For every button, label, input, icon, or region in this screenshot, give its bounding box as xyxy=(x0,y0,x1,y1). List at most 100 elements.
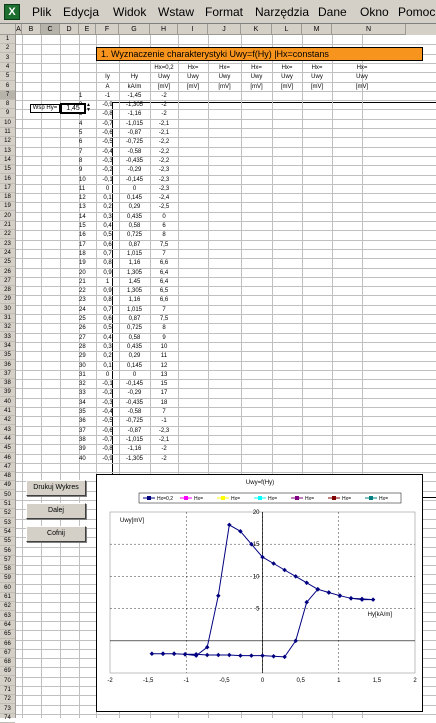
row-header-14[interactable]: 14 xyxy=(0,156,15,165)
row-header-36[interactable]: 36 xyxy=(0,361,15,370)
row-header-2[interactable]: 2 xyxy=(0,44,15,54)
row-header-25[interactable]: 25 xyxy=(0,258,15,268)
row-header-49[interactable]: 49 xyxy=(0,481,15,491)
menu-0[interactable]: Plik xyxy=(32,5,51,19)
row-header-9[interactable]: 9 xyxy=(0,109,15,119)
row-header-18[interactable]: 18 xyxy=(0,193,15,203)
row-header-10[interactable]: 10 xyxy=(0,119,15,128)
row-header-50[interactable]: 50 xyxy=(0,491,15,500)
row-header-8[interactable]: 8 xyxy=(0,100,15,110)
row-header-26[interactable]: 26 xyxy=(0,268,15,277)
row-header-57[interactable]: 57 xyxy=(0,556,15,565)
row-header-66[interactable]: 66 xyxy=(0,640,15,649)
column-header-G[interactable]: G xyxy=(119,24,150,35)
row-header-6[interactable]: 6 xyxy=(0,82,15,91)
row-header-65[interactable]: 65 xyxy=(0,630,15,640)
row-header-61[interactable]: 61 xyxy=(0,593,15,602)
row-header-16[interactable]: 16 xyxy=(0,175,15,184)
row-header-28[interactable]: 28 xyxy=(0,286,15,296)
row-header-47[interactable]: 47 xyxy=(0,463,15,472)
row-header-27[interactable]: 27 xyxy=(0,277,15,286)
row-header-45[interactable]: 45 xyxy=(0,444,15,454)
back-button[interactable]: Cofnij xyxy=(26,526,86,542)
menu-2[interactable]: Widok xyxy=(113,5,146,19)
row-header-69[interactable]: 69 xyxy=(0,667,15,677)
row-header-37[interactable]: 37 xyxy=(0,370,15,379)
row-header-68[interactable]: 68 xyxy=(0,658,15,668)
row-header-13[interactable]: 13 xyxy=(0,147,15,156)
menu-5[interactable]: Narzędzia xyxy=(255,5,309,19)
row-header-64[interactable]: 64 xyxy=(0,621,15,630)
row-header-24[interactable]: 24 xyxy=(0,249,15,258)
column-header-M[interactable]: M xyxy=(302,24,332,35)
row-header-42[interactable]: 42 xyxy=(0,416,15,426)
row-header-39[interactable]: 39 xyxy=(0,388,15,398)
row-header-15[interactable]: 15 xyxy=(0,165,15,175)
row-header-54[interactable]: 54 xyxy=(0,528,15,537)
row-header-41[interactable]: 41 xyxy=(0,407,15,416)
column-header-K[interactable]: K xyxy=(241,24,272,35)
row-header-20[interactable]: 20 xyxy=(0,212,15,221)
menu-7[interactable]: Okno xyxy=(360,5,389,19)
column-header-E[interactable]: E xyxy=(79,24,96,35)
column-header-H[interactable]: H xyxy=(150,24,178,35)
row-header-48[interactable]: 48 xyxy=(0,472,15,482)
row-header-58[interactable]: 58 xyxy=(0,565,15,575)
row-header-40[interactable]: 40 xyxy=(0,398,15,407)
row-header-31[interactable]: 31 xyxy=(0,314,15,323)
column-header-L[interactable]: L xyxy=(272,24,302,35)
row-header-33[interactable]: 33 xyxy=(0,333,15,342)
column-header-J[interactable]: J xyxy=(208,24,241,35)
row-header-44[interactable]: 44 xyxy=(0,435,15,444)
row-header-70[interactable]: 70 xyxy=(0,677,15,686)
row-header-59[interactable]: 59 xyxy=(0,574,15,584)
row-header-53[interactable]: 53 xyxy=(0,519,15,528)
row-header-63[interactable]: 63 xyxy=(0,612,15,621)
menu-8[interactable]: Pomoc xyxy=(398,5,435,19)
row-header-62[interactable]: 62 xyxy=(0,602,15,612)
row-header-17[interactable]: 17 xyxy=(0,184,15,193)
row-header-67[interactable]: 67 xyxy=(0,649,15,658)
column-header-B[interactable]: B xyxy=(22,24,41,35)
row-header-38[interactable]: 38 xyxy=(0,379,15,389)
menu-6[interactable]: Dane xyxy=(318,5,347,19)
menu-4[interactable]: Format xyxy=(205,5,243,19)
menu-3[interactable]: Wstaw xyxy=(158,5,194,19)
row-header-30[interactable]: 30 xyxy=(0,305,15,314)
spinner-icon[interactable]: ▲ ▼ xyxy=(86,103,92,114)
column-header-I[interactable]: I xyxy=(178,24,208,35)
menu-1[interactable]: Edycja xyxy=(63,5,99,19)
row-header-46[interactable]: 46 xyxy=(0,454,15,463)
row-header-4[interactable]: 4 xyxy=(0,63,15,72)
row-header-11[interactable]: 11 xyxy=(0,128,15,137)
row-header-72[interactable]: 72 xyxy=(0,695,15,705)
row-header-52[interactable]: 52 xyxy=(0,509,15,519)
column-header-F[interactable]: F xyxy=(96,24,119,35)
row-header-5[interactable]: 5 xyxy=(0,72,15,82)
row-header-19[interactable]: 19 xyxy=(0,202,15,212)
row-header-7[interactable]: 7 xyxy=(0,90,15,100)
row-header-12[interactable]: 12 xyxy=(0,137,15,147)
print-chart-button[interactable]: Drukuj Wykres xyxy=(26,480,86,496)
row-header-73[interactable]: 73 xyxy=(0,705,15,714)
row-header-56[interactable]: 56 xyxy=(0,547,15,556)
row-header-34[interactable]: 34 xyxy=(0,342,15,351)
row-header-29[interactable]: 29 xyxy=(0,295,15,305)
row-header-35[interactable]: 35 xyxy=(0,351,15,361)
row-header-22[interactable]: 22 xyxy=(0,230,15,240)
next-button[interactable]: Dalej xyxy=(26,503,86,519)
row-header-23[interactable]: 23 xyxy=(0,240,15,249)
row-header-74[interactable]: 74 xyxy=(0,714,15,723)
column-header-D[interactable]: D xyxy=(60,24,79,35)
row-header-55[interactable]: 55 xyxy=(0,537,15,547)
row-header-60[interactable]: 60 xyxy=(0,584,15,593)
row-header-1[interactable]: 1 xyxy=(0,35,15,44)
column-header-C[interactable]: C xyxy=(41,24,60,35)
hy-coefficient-input[interactable]: 1,45 xyxy=(60,103,86,114)
row-header-71[interactable]: 71 xyxy=(0,686,15,695)
excel-icon[interactable]: X xyxy=(4,4,20,20)
row-header-32[interactable]: 32 xyxy=(0,323,15,333)
column-header-N[interactable]: N xyxy=(332,24,406,35)
row-header-43[interactable]: 43 xyxy=(0,426,15,435)
row-header-3[interactable]: 3 xyxy=(0,54,15,63)
